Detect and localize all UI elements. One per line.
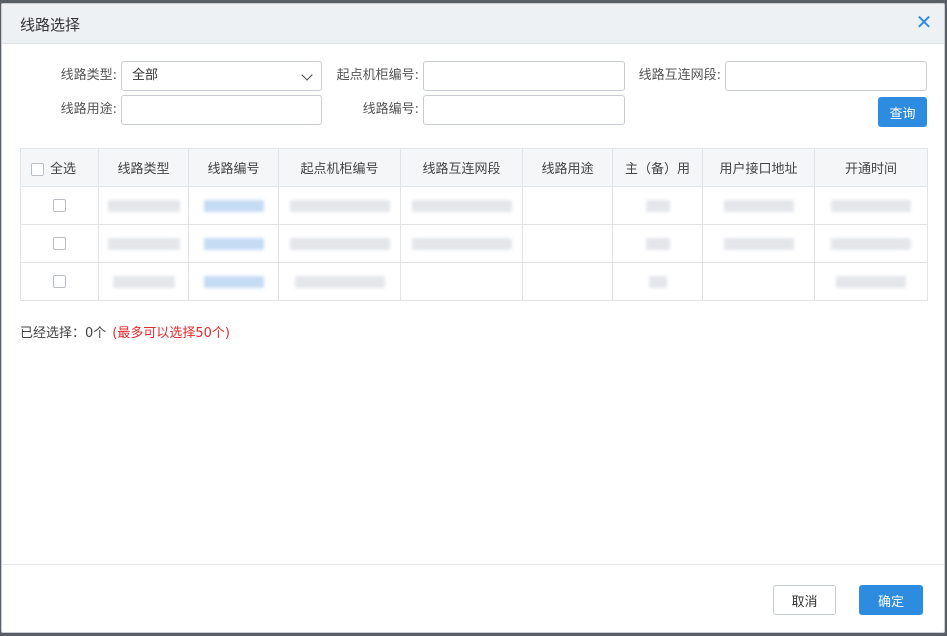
line-type-label: 线路类型: [60,68,117,83]
line-number-label: 线路编号: [362,102,419,117]
column-header: 起点机柜编号 [278,148,401,187]
confirm-button[interactable]: 确定 [859,585,923,615]
cancel-button[interactable]: 取消 [773,585,836,615]
redacted-cell [522,186,613,225]
redacted-cell [400,262,523,301]
line-number-input[interactable] [423,95,625,125]
line-table: 全选 线路类型 线路编号 起点机柜编号 线路互连网段 线路用途 主（备）用 用户… [20,148,928,301]
table-row[interactable] [20,224,928,263]
redacted-cell [702,186,815,225]
redacted-cell [98,224,189,263]
line-type-selected-value: 全部 [132,68,159,83]
redacted-cell [814,186,928,225]
redacted-cell [278,224,401,263]
redacted-cell [612,262,703,301]
interconnect-segment-input[interactable] [725,61,927,91]
redacted-link-cell[interactable] [188,224,279,263]
select-all-checkbox[interactable] [31,163,44,176]
line-usage-input[interactable] [121,95,322,125]
start-cabinet-input[interactable] [423,61,625,91]
column-header: 线路用途 [522,148,613,187]
redacted-cell [814,224,928,263]
column-header: 用户接口地址 [702,148,815,187]
redacted-cell [98,262,189,301]
redacted-cell [400,186,523,225]
selection-summary: 已经选择：0个 (最多可以选择50个) [20,322,230,341]
column-header: 线路类型 [98,148,189,187]
column-header: 主（备）用 [612,148,703,187]
redacted-link-cell[interactable] [188,262,279,301]
start-cabinet-label: 起点机柜编号: [336,68,419,83]
row-select-cell[interactable] [20,262,99,301]
table-header-row: 全选 线路类型 线路编号 起点机柜编号 线路互连网段 线路用途 主（备）用 用户… [20,148,928,187]
dialog-header: 线路选择 ✕ [2,4,944,44]
column-header: 线路编号 [188,148,279,187]
redacted-cell [702,224,815,263]
selected-count-text: 已经选择：0个 [20,326,107,341]
row-select-cell[interactable] [20,186,99,225]
row-checkbox[interactable] [53,237,66,250]
line-usage-label: 线路用途: [60,102,117,117]
redacted-cell [702,262,815,301]
redacted-cell [612,224,703,263]
redacted-cell [278,262,401,301]
line-select-dialog: 线路选择 ✕ 线路类型: 全部 起点机柜编号: 线路互连网段: 线路用途: 线路… [1,3,945,633]
redacted-cell [522,262,613,301]
row-checkbox[interactable] [53,275,66,288]
interconnect-segment-label: 线路互连网段: [638,68,721,83]
dialog-title: 线路选择 [20,16,81,34]
redacted-cell [522,224,613,263]
chevron-down-icon [301,69,313,81]
redacted-cell [612,186,703,225]
redacted-cell [400,224,523,263]
selection-limit-text: (最多可以选择50个) [112,326,230,341]
footer-divider [2,564,944,565]
table-row[interactable] [20,262,928,301]
column-header: 线路互连网段 [400,148,523,187]
row-select-cell[interactable] [20,224,99,263]
redacted-cell [278,186,401,225]
select-all-cell[interactable]: 全选 [20,148,99,187]
redacted-cell [98,186,189,225]
select-all-label: 全选 [50,162,77,177]
redacted-cell [814,262,928,301]
column-header: 开通时间 [814,148,928,187]
close-icon[interactable]: ✕ [914,12,934,32]
query-button[interactable]: 查询 [878,97,927,127]
table-row[interactable] [20,186,928,225]
row-checkbox[interactable] [53,199,66,212]
line-type-select[interactable]: 全部 [121,61,322,91]
redacted-link-cell[interactable] [188,186,279,225]
